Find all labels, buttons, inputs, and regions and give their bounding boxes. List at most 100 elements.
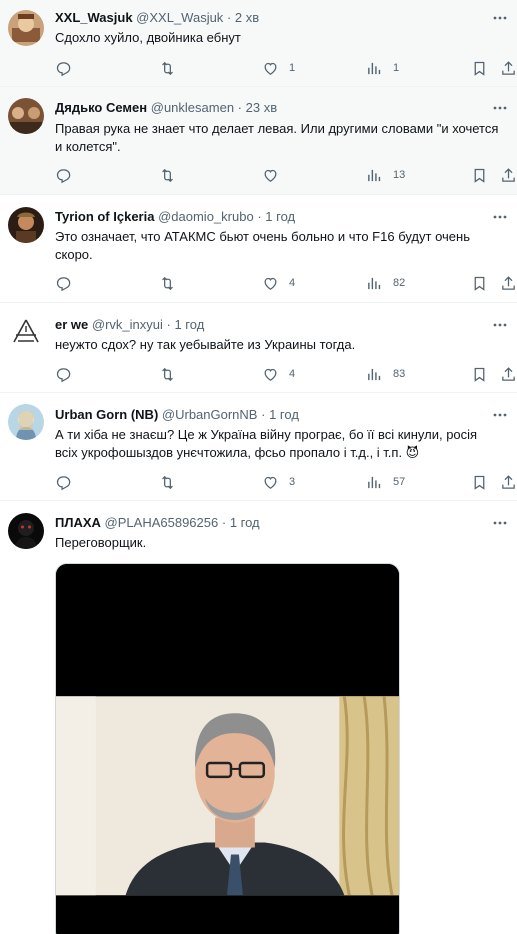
- avatar[interactable]: [8, 315, 44, 351]
- tweet-actions: 1 1: [55, 59, 515, 77]
- tweet-media-image[interactable]: [55, 563, 400, 934]
- avatar[interactable]: [8, 513, 44, 549]
- separator-dot: ·: [257, 209, 262, 224]
- tweet-item[interactable]: er we @rvk_inxyui · 1 год неужто сдох? н…: [0, 303, 517, 393]
- tweet-text: Сдохло хуйло, двойника ебнут: [55, 30, 241, 45]
- retweet-button[interactable]: [159, 473, 186, 491]
- avatar[interactable]: [8, 98, 44, 134]
- tweet-item[interactable]: Tyrion of Içkeria @daomio_krubo · 1 год …: [0, 195, 517, 303]
- reply-button[interactable]: [55, 274, 82, 292]
- reply-icon: [55, 60, 72, 77]
- bookmark-button[interactable]: [471, 365, 488, 383]
- bookmark-icon: [471, 474, 488, 491]
- separator-dot: ·: [166, 317, 171, 332]
- share-button[interactable]: [500, 166, 517, 184]
- timestamp[interactable]: 1 год: [265, 209, 295, 224]
- display-name[interactable]: XXL_Wasjuk: [55, 10, 133, 25]
- views-button[interactable]: 82: [366, 274, 405, 292]
- retweet-button[interactable]: [159, 59, 186, 77]
- tweet-item[interactable]: Дядько Семен @unklesamen · 23 хв Правая …: [0, 87, 517, 195]
- tweet-header: ПЛАХА @PLAHA65896256 · 1 год: [55, 515, 487, 531]
- more-icon[interactable]: [492, 10, 508, 26]
- reply-icon: [55, 275, 72, 292]
- timestamp[interactable]: 2 хв: [235, 10, 259, 25]
- tweet-actions: 13: [55, 166, 515, 184]
- retweet-button[interactable]: [159, 274, 186, 292]
- user-handle[interactable]: @unklesamen: [151, 100, 234, 115]
- tweet-text: неужто сдох? ну так уебывайте из Украины…: [55, 337, 356, 352]
- retweet-button[interactable]: [159, 166, 186, 184]
- share-icon: [500, 275, 517, 292]
- views-button[interactable]: 1: [366, 59, 399, 77]
- tweet-actions: 4 82: [55, 274, 515, 292]
- reply-button[interactable]: [55, 365, 82, 383]
- bookmark-button[interactable]: [471, 274, 488, 292]
- separator-dot: ·: [237, 100, 243, 115]
- display-name[interactable]: er we: [55, 317, 88, 332]
- more-icon[interactable]: [492, 515, 508, 531]
- user-handle[interactable]: @PLAHA65896256: [105, 515, 219, 530]
- bookmark-button[interactable]: [471, 166, 488, 184]
- heart-icon: [262, 167, 279, 184]
- views-button[interactable]: 13: [366, 166, 405, 184]
- like-button[interactable]: 3: [262, 473, 295, 491]
- display-name[interactable]: Дядько Семен: [55, 100, 147, 115]
- views-icon: [366, 275, 383, 292]
- more-icon[interactable]: [492, 209, 508, 225]
- timestamp[interactable]: 23 хв: [246, 100, 277, 115]
- tweet-item[interactable]: XXL_Wasjuk @XXL_Wasjuk · 2 хв Сдохло хуй…: [0, 0, 517, 87]
- timestamp[interactable]: 1 год: [230, 515, 260, 530]
- like-button[interactable]: 1: [262, 59, 295, 77]
- share-button[interactable]: [500, 59, 517, 77]
- reply-feed: XXL_Wasjuk @XXL_Wasjuk · 2 хв Сдохло хуй…: [0, 0, 517, 934]
- more-icon[interactable]: [492, 100, 508, 116]
- views-count: 13: [393, 169, 406, 181]
- timestamp[interactable]: 1 год: [269, 407, 299, 422]
- more-icon[interactable]: [492, 407, 508, 423]
- reply-icon: [55, 366, 72, 383]
- user-handle[interactable]: @daomio_krubo: [158, 209, 254, 224]
- like-button[interactable]: [262, 166, 289, 184]
- tweet-header: Дядько Семен @unklesamen · 23 хв: [55, 100, 487, 116]
- reply-button[interactable]: [55, 473, 82, 491]
- reply-button[interactable]: [55, 166, 82, 184]
- avatar[interactable]: [8, 207, 44, 243]
- views-button[interactable]: 83: [366, 365, 405, 383]
- tweet-header: Tyrion of Içkeria @daomio_krubo · 1 год: [55, 209, 487, 225]
- avatar[interactable]: [8, 404, 44, 440]
- views-count: 82: [393, 277, 406, 289]
- heart-icon: [262, 60, 279, 77]
- retweet-button[interactable]: [159, 365, 186, 383]
- bookmark-button[interactable]: [471, 473, 488, 491]
- more-icon[interactable]: [492, 317, 508, 333]
- tweet-text: Переговорщик.: [55, 535, 147, 550]
- bookmark-button[interactable]: [471, 59, 488, 77]
- like-button[interactable]: 4: [262, 365, 295, 383]
- bookmark-icon: [471, 275, 488, 292]
- retweet-icon: [159, 474, 176, 491]
- tweet-text: А ти хіба не знаєш? Це ж Україна війну п…: [55, 427, 478, 460]
- share-button[interactable]: [500, 274, 517, 292]
- display-name[interactable]: Tyrion of Içkeria: [55, 209, 154, 224]
- reply-icon: [55, 167, 72, 184]
- user-handle[interactable]: @UrbanGornNB: [162, 407, 258, 422]
- reply-button[interactable]: [55, 59, 82, 77]
- reply-icon: [55, 474, 72, 491]
- bookmark-icon: [471, 60, 488, 77]
- share-button[interactable]: [500, 365, 517, 383]
- views-button[interactable]: 57: [366, 473, 405, 491]
- user-handle[interactable]: @XXL_Wasjuk: [136, 10, 223, 25]
- avatar[interactable]: [8, 10, 44, 46]
- timestamp[interactable]: 1 год: [174, 317, 204, 332]
- user-handle[interactable]: @rvk_inxyui: [92, 317, 163, 332]
- share-button[interactable]: [500, 473, 517, 491]
- tweet-item[interactable]: Urban Gorn (NB) @UrbanGornNB · 1 год А т…: [0, 393, 517, 501]
- heart-icon: [262, 474, 279, 491]
- share-icon: [500, 60, 517, 77]
- display-name[interactable]: Urban Gorn (NB): [55, 407, 158, 422]
- like-count: 4: [289, 277, 296, 289]
- display-name[interactable]: ПЛАХА: [55, 515, 101, 530]
- bookmark-icon: [471, 366, 488, 383]
- like-button[interactable]: 4: [262, 274, 295, 292]
- like-count: 1: [289, 62, 296, 74]
